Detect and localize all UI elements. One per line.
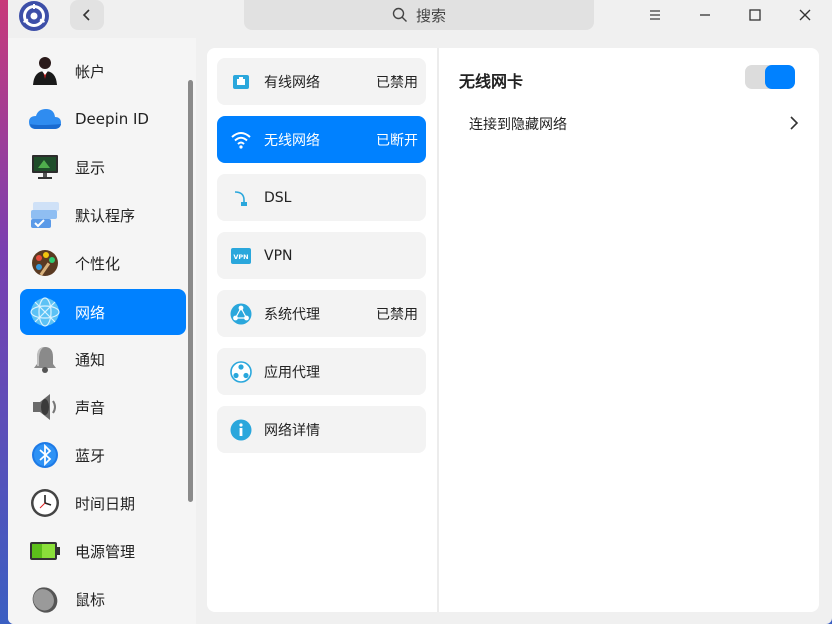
sidebar-item-deepin-id[interactable]: Deepin ID (20, 96, 186, 142)
network-category-list: 有线网络 已禁用 无线网络 已断开 DSL VPN VPN 系统代理 已禁用 应… (207, 48, 437, 612)
menu-button[interactable] (630, 0, 680, 30)
search-placeholder: 搜索 (415, 6, 446, 25)
network-item-status: 已禁用 (376, 306, 418, 323)
clock-icon (28, 486, 62, 520)
user-icon (28, 54, 62, 88)
svg-text:VPN: VPN (233, 253, 248, 261)
sidebar-item-label: 时间日期 (75, 494, 136, 513)
wireless-settings-panel: 无线网卡 连接到隐藏网络 (439, 48, 819, 612)
sidebar-item-label: 蓝牙 (75, 446, 106, 465)
sidebar-item-label: 个性化 (75, 254, 121, 273)
control-center-logo-icon (18, 0, 50, 32)
vpn-icon: VPN (230, 245, 252, 267)
network-item-wireless[interactable]: 无线网络 已断开 (217, 116, 426, 163)
maximize-icon (749, 9, 761, 21)
default-apps-icon (28, 198, 62, 232)
toggle-knob (765, 65, 795, 89)
sidebar-item-label: 鼠标 (75, 590, 106, 609)
app-proxy-icon (230, 360, 252, 383)
sidebar-item-default-apps[interactable]: 默认程序 (20, 192, 186, 238)
network-item-label: 有线网络 (264, 74, 320, 91)
wireless-toggle-switch[interactable] (745, 65, 795, 89)
sidebar-item-display[interactable]: 显示 (20, 144, 186, 190)
sidebar-item-personalization[interactable]: 个性化 (20, 240, 186, 286)
maximize-button[interactable] (730, 0, 780, 30)
sidebar-item-accounts[interactable]: 帐户 (20, 48, 186, 94)
close-button[interactable] (780, 0, 830, 30)
sidebar-item-label: 声音 (75, 398, 106, 417)
minimize-icon (700, 14, 710, 16)
speaker-icon (28, 390, 62, 424)
network-globe-icon (28, 295, 62, 329)
dsl-icon (230, 187, 252, 209)
info-icon (230, 419, 252, 441)
wifi-icon (230, 129, 252, 151)
search-input[interactable]: 搜索 (244, 0, 594, 30)
network-item-vpn[interactable]: VPN VPN (217, 232, 426, 279)
sidebar-item-label: 电源管理 (75, 542, 136, 561)
sidebar-scrollbar[interactable] (188, 80, 193, 502)
titlebar: 搜索 (8, 0, 832, 38)
sidebar-item-label: Deepin ID (75, 110, 149, 128)
sidebar: 帐户 Deepin ID 显示 默认程序 个性化 网络 通知 声音 蓝牙 时间日… (8, 38, 196, 624)
chevron-left-icon (82, 9, 90, 21)
search-icon (392, 7, 407, 22)
network-item-label: 系统代理 (264, 306, 320, 323)
close-icon (799, 9, 811, 21)
network-item-app-proxy[interactable]: 应用代理 (217, 348, 426, 395)
mouse-icon (28, 582, 62, 616)
palette-icon (28, 246, 62, 280)
sidebar-item-datetime[interactable]: 时间日期 (20, 480, 186, 526)
bluetooth-icon (28, 438, 62, 472)
sidebar-item-bluetooth[interactable]: 蓝牙 (20, 432, 186, 478)
network-item-details[interactable]: 网络详情 (217, 406, 426, 453)
sidebar-item-label: 通知 (75, 350, 106, 369)
network-item-wired[interactable]: 有线网络 已禁用 (217, 58, 426, 105)
network-item-label: 网络详情 (264, 422, 320, 439)
cloud-icon (28, 102, 62, 136)
network-item-status: 已断开 (376, 132, 418, 149)
wireless-adapter-title: 无线网卡 (459, 72, 524, 91)
settings-window: 搜索 帐户 Deepin ID 显示 默认程序 个性化 网络 通知 声音 蓝牙 … (8, 0, 832, 624)
hamburger-menu-icon (650, 10, 660, 20)
back-button[interactable] (70, 0, 104, 30)
monitor-icon (28, 150, 62, 184)
battery-icon (28, 534, 62, 568)
network-item-label: 应用代理 (264, 364, 320, 381)
minimize-button[interactable] (680, 0, 730, 30)
sidebar-item-label: 帐户 (75, 62, 106, 81)
sidebar-item-notifications[interactable]: 通知 (20, 336, 186, 382)
network-item-status: 已禁用 (376, 74, 418, 91)
system-proxy-icon (230, 303, 252, 325)
sidebar-item-sound[interactable]: 声音 (20, 384, 186, 430)
network-item-dsl[interactable]: DSL (217, 174, 426, 221)
connect-hidden-network-label: 连接到隐藏网络 (469, 117, 567, 133)
network-item-system-proxy[interactable]: 系统代理 已禁用 (217, 290, 426, 337)
network-item-label: 无线网络 (264, 132, 320, 149)
sidebar-item-label: 网络 (75, 303, 106, 322)
network-item-label: VPN (264, 247, 293, 264)
sidebar-item-network[interactable]: 网络 (20, 289, 186, 335)
sidebar-item-power[interactable]: 电源管理 (20, 528, 186, 574)
network-item-label: DSL (264, 189, 292, 206)
wired-icon (230, 71, 252, 93)
connect-hidden-network-row[interactable]: 连接到隐藏网络 (469, 106, 799, 142)
bell-icon (28, 342, 62, 376)
chevron-right-icon (790, 116, 799, 130)
sidebar-item-label: 显示 (75, 158, 106, 177)
sidebar-item-mouse[interactable]: 鼠标 (20, 576, 186, 622)
sidebar-item-label: 默认程序 (75, 206, 136, 225)
